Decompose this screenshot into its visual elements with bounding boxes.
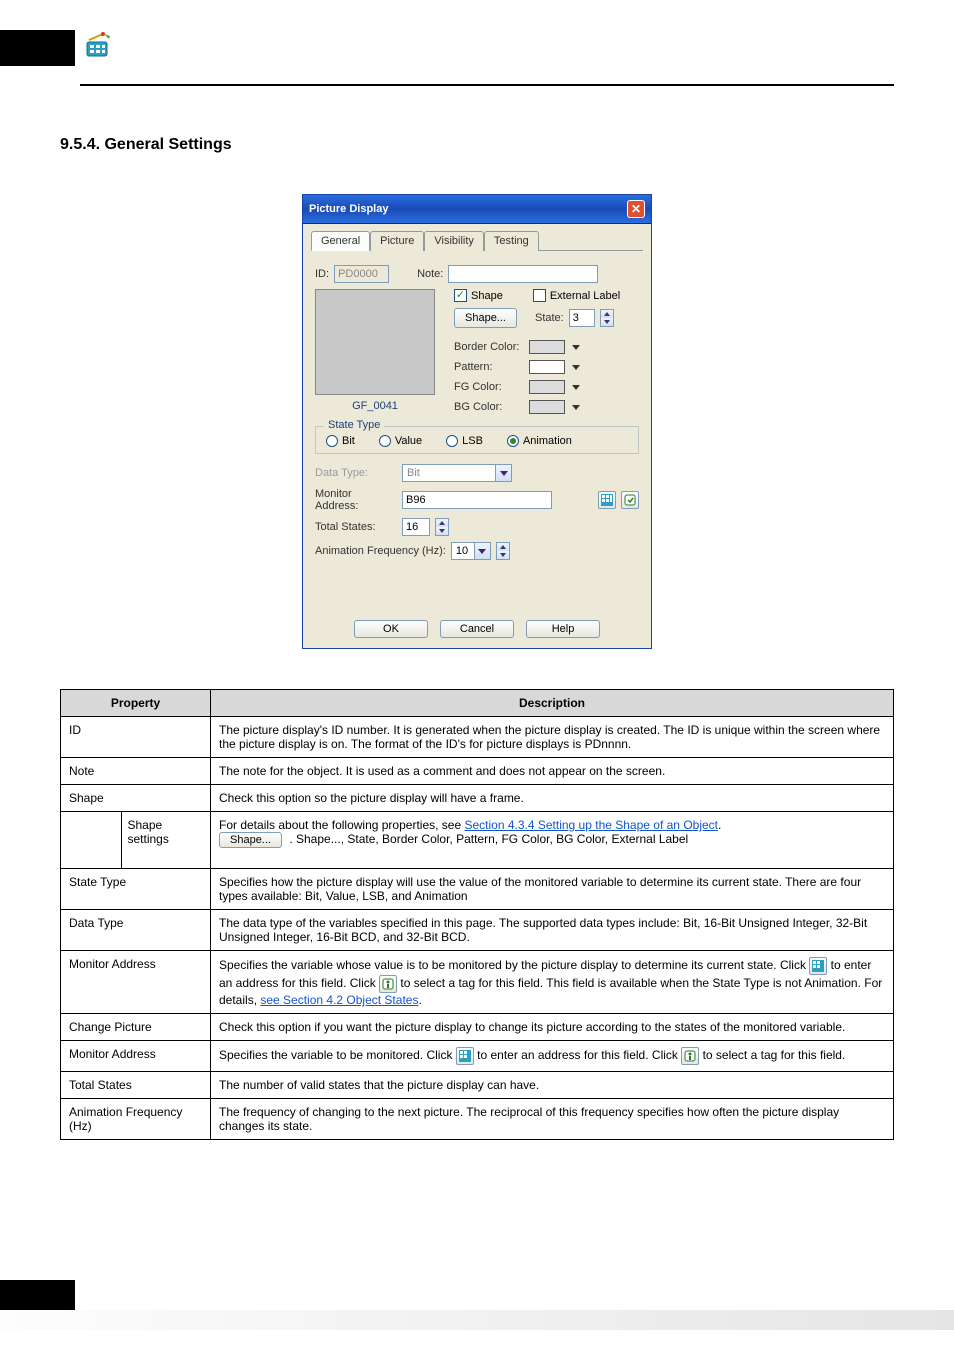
anim-freq-select[interactable]: 10 [451, 542, 491, 560]
pattern-label: Pattern: [454, 361, 524, 373]
property-table: Property Description ID The picture disp… [60, 689, 894, 1140]
shape-button-inline[interactable]: Shape... [219, 832, 282, 848]
border-color-swatch[interactable] [529, 340, 565, 354]
help-button[interactable]: Help [526, 620, 600, 638]
state-label: State: [535, 312, 564, 324]
header-divider [80, 84, 894, 86]
anim-freq-spinner[interactable] [496, 542, 510, 560]
state-field[interactable] [569, 309, 595, 327]
chevron-down-icon[interactable] [572, 345, 580, 350]
table-row: Shape settings For details about the fol… [61, 812, 894, 869]
app-logo-icon [84, 32, 112, 61]
table-row: Monitor Address Specifies the variable w… [61, 951, 894, 1014]
state-spinner[interactable] [600, 309, 614, 327]
border-color-label: Border Color: [454, 341, 524, 353]
table-row: Change Picture Check this option if you … [61, 1014, 894, 1041]
close-icon[interactable]: ✕ [627, 200, 645, 218]
page-header [60, 30, 894, 80]
header-black-block [0, 30, 75, 66]
table-row: Data Type The data type of the variables… [61, 910, 894, 951]
bg-color-label: BG Color: [454, 401, 524, 413]
table-row: ID The picture display's ID number. It i… [61, 717, 894, 758]
radio-bit[interactable]: Bit [326, 435, 355, 447]
total-states-label: Total States: [315, 521, 397, 533]
tag-icon[interactable] [621, 491, 639, 509]
table-row: State Type Specifies how the picture dis… [61, 869, 894, 910]
data-type-label: Data Type: [315, 467, 397, 479]
section-heading: 9.5.4. General Settings [60, 136, 894, 154]
state-type-group: State Type Bit Value LSB Animation [315, 426, 639, 454]
table-row: Shape Check this option so the picture d… [61, 785, 894, 812]
table-row: Total States The number of valid states … [61, 1072, 894, 1099]
note-label: Note: [417, 268, 443, 280]
anim-freq-label: Animation Frequency (Hz): [315, 545, 446, 557]
state-type-legend: State Type [324, 419, 384, 431]
total-states-field[interactable] [402, 518, 430, 536]
table-header-row: Property Description [61, 690, 894, 717]
radio-value[interactable]: Value [379, 435, 422, 447]
link-shape-section[interactable]: Section 4.3.4 Setting up the Shape of an… [464, 818, 718, 832]
note-field[interactable] [448, 265, 598, 283]
tag-icon [379, 975, 397, 993]
tab-testing[interactable]: Testing [484, 231, 539, 251]
table-row: Monitor Address Specifies the variable t… [61, 1041, 894, 1072]
keypad-icon[interactable] [598, 491, 616, 509]
col-header-description: Description [211, 690, 894, 717]
external-label-checkbox[interactable]: External Label [533, 289, 620, 302]
shape-button[interactable]: Shape... [454, 308, 517, 328]
chevron-down-icon[interactable] [572, 365, 580, 370]
id-label: ID: [315, 268, 329, 280]
chevron-down-icon[interactable] [572, 385, 580, 390]
shape-preview: GF_0041 [315, 289, 435, 412]
tab-picture[interactable]: Picture [370, 231, 424, 251]
dialog-title: Picture Display [309, 203, 388, 215]
keypad-icon [456, 1047, 474, 1065]
chevron-down-icon[interactable] [572, 405, 580, 410]
col-header-property: Property [61, 690, 211, 717]
preview-caption: GF_0041 [315, 400, 435, 412]
total-states-spinner[interactable] [435, 518, 449, 536]
data-type-select: Bit [402, 464, 512, 482]
cancel-button[interactable]: Cancel [440, 620, 514, 638]
dialog-tabs: General Picture Visibility Testing [311, 230, 643, 251]
picture-display-dialog: Picture Display ✕ General Picture Visibi… [302, 194, 652, 649]
ok-button[interactable]: OK [354, 620, 428, 638]
page-footer [0, 1280, 954, 1330]
radio-lsb[interactable]: LSB [446, 435, 483, 447]
dialog-titlebar[interactable]: Picture Display ✕ [303, 195, 651, 224]
tag-icon [681, 1047, 699, 1065]
monitor-address-field[interactable] [402, 491, 552, 509]
table-row: Note The note for the object. It is used… [61, 758, 894, 785]
radio-animation[interactable]: Animation [507, 435, 572, 447]
tab-general[interactable]: General [311, 231, 370, 251]
fg-color-swatch[interactable] [529, 380, 565, 394]
link-object-states[interactable]: see Section 4.2 Object States [260, 993, 418, 1007]
bg-color-swatch[interactable] [529, 400, 565, 414]
table-row: Animation Frequency (Hz) The frequency o… [61, 1099, 894, 1140]
pattern-swatch[interactable] [529, 360, 565, 374]
fg-color-label: FG Color: [454, 381, 524, 393]
keypad-icon [809, 957, 827, 975]
id-field [334, 265, 389, 283]
monitor-address-label: Monitor Address: [315, 488, 397, 512]
shape-checkbox[interactable]: Shape [454, 289, 503, 302]
tab-visibility[interactable]: Visibility [424, 231, 484, 251]
